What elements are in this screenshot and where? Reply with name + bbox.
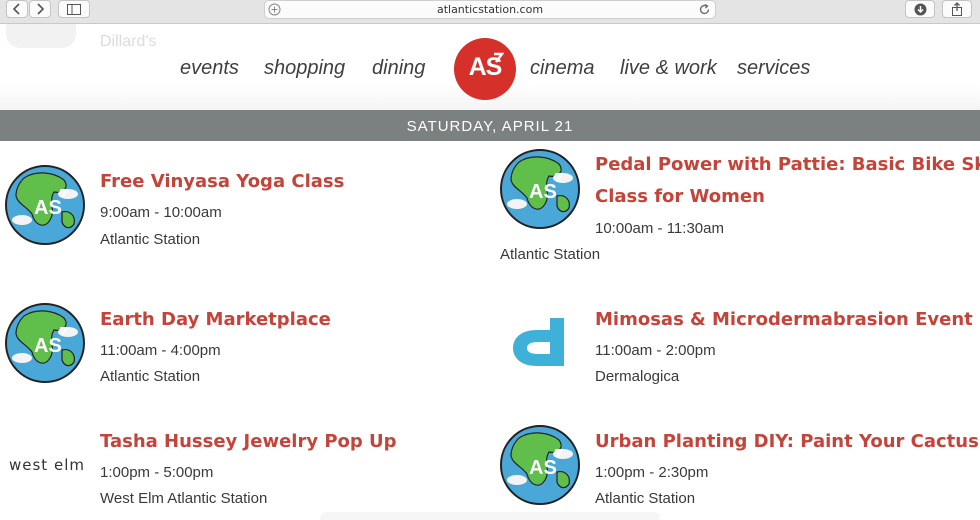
forward-button[interactable]	[29, 0, 51, 18]
back-button[interactable]	[6, 0, 28, 18]
svg-text:AS: AS	[529, 457, 557, 479]
date-bar: SATURDAY, APRIL 21	[0, 110, 980, 141]
share-button[interactable]	[942, 0, 972, 18]
browser-toolbar: atlanticstation.com	[0, 0, 980, 24]
nav-dining[interactable]: dining	[372, 57, 425, 80]
event-title[interactable]: Earth Day Marketplace	[100, 304, 331, 336]
event-title[interactable]: Pedal Power with Pattie: Basic Bike Skil…	[595, 149, 980, 181]
event-title[interactable]: Tasha Hussey Jewelry Pop Up	[100, 426, 397, 458]
event-time: 11:00am - 4:00pm	[100, 342, 221, 359]
url-text: atlanticstation.com	[436, 3, 544, 16]
logo-arrow-icon	[494, 52, 504, 63]
svg-text:AS: AS	[34, 197, 62, 219]
nav-events[interactable]: events	[180, 57, 239, 80]
event-title[interactable]: Mimosas & Microdermabrasion Event	[595, 304, 973, 336]
event-time: 11:00am - 2:00pm	[595, 342, 716, 359]
back-icon	[12, 3, 20, 15]
nav-live-work[interactable]: live & work	[620, 57, 717, 80]
event-title-line2[interactable]: Class for Women	[595, 181, 765, 213]
west-elm-logo: west elm	[9, 456, 85, 474]
download-icon	[914, 3, 926, 15]
bottom-edge	[320, 512, 660, 520]
dermalogica-logo	[513, 318, 564, 366]
svg-text:AS: AS	[34, 335, 62, 357]
address-bar[interactable]: atlanticstation.com	[264, 0, 716, 19]
event-location: Atlantic Station	[500, 246, 601, 263]
forward-icon	[37, 3, 45, 15]
date-label: SATURDAY, APRIL 21	[406, 118, 574, 135]
event-location: Atlantic Station	[100, 368, 201, 385]
reload-icon[interactable]	[698, 3, 711, 16]
nav-services[interactable]: services	[737, 57, 810, 80]
nav-shopping[interactable]: shopping	[264, 57, 345, 80]
globe-icon: AS	[500, 149, 580, 229]
event-location: Dermalogica	[595, 368, 680, 385]
event-time: 1:00pm - 5:00pm	[100, 464, 214, 481]
event-time: 9:00am - 10:00am	[100, 204, 222, 221]
event-location: West Elm Atlantic Station	[100, 490, 268, 507]
download-button[interactable]	[905, 0, 935, 18]
event-location: Atlantic Station	[595, 490, 696, 507]
atlantic-station-logo[interactable]: AS	[454, 38, 516, 100]
logo-text: AS	[468, 53, 503, 81]
nav-cinema[interactable]: cinema	[530, 57, 594, 80]
faded-store-name: Dillard's	[100, 33, 157, 50]
globe-icon: AS	[5, 303, 85, 383]
svg-text:AS: AS	[529, 181, 557, 203]
globe-icon: AS	[500, 425, 580, 505]
share-icon	[952, 2, 962, 16]
event-time: 10:00am - 11:30am	[595, 220, 724, 237]
event-title[interactable]: Free Vinyasa Yoga Class	[100, 166, 344, 198]
event-location: Atlantic Station	[100, 231, 201, 248]
sidebar-icon	[67, 3, 81, 15]
event-time: 1:00pm - 2:30pm	[595, 464, 709, 481]
faded-store-logo	[6, 24, 76, 48]
sidebar-button[interactable]	[58, 0, 90, 18]
globe-icon: AS	[5, 165, 85, 245]
event-title[interactable]: Urban Planting DIY: Paint Your Cactus	[595, 426, 979, 458]
